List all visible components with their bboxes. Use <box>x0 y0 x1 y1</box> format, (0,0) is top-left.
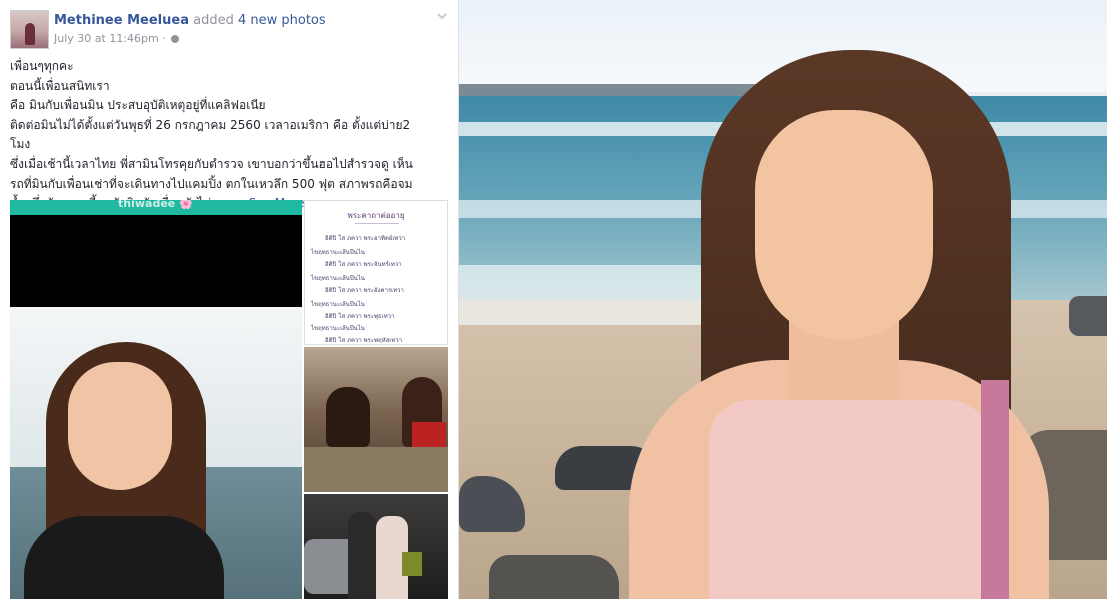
photo-restaurant[interactable] <box>304 347 448 492</box>
meta-separator: · <box>162 32 166 45</box>
photo-person <box>326 387 370 447</box>
doc-line: อิติปิ โส ภควา พระพุธเทวา <box>325 313 395 320</box>
app-top-bar: thiwadee 🌸 <box>10 200 302 215</box>
photo-person <box>348 512 376 599</box>
facebook-post: Methinee Meeluea added 4 new photos July… <box>0 0 459 599</box>
doc-line: อิติปิ โส ภควา พระพฤหัสเทวา <box>325 337 402 344</box>
doc-line: ไขฤทธานะเส้นปีนไน <box>311 275 365 282</box>
post-header: Methinee Meeluea added 4 new photos July… <box>10 10 448 50</box>
post-text: เพื่อนๆทุกคะ ตอนนี้เพื่อนสนิทเรา คือ มิน… <box>10 57 450 214</box>
post-text-line: ตอนนี้เพื่อนสนิทเรา <box>10 78 110 93</box>
new-photos-link[interactable]: 4 new photos <box>238 13 326 28</box>
app-username: thiwadee 🌸 <box>118 200 193 210</box>
chevron-down-icon[interactable] <box>436 10 448 22</box>
photo-car-parking[interactable] <box>304 494 448 599</box>
doc-line: ไขฤทธานะเส้นปีนไน <box>311 249 365 256</box>
post-title-line: Methinee Meeluea added 4 new photos <box>54 13 326 28</box>
doc-divider <box>355 223 399 224</box>
avatar[interactable] <box>10 10 49 49</box>
black-band <box>10 215 302 307</box>
globe-icon[interactable] <box>171 35 180 43</box>
post-text-line: คือ มินกับเพื่อนมิน ประสบอุบัติเหตุอยู่ท… <box>10 98 266 113</box>
doc-line: อิติปิ โส ภควา พระอาทิตย์เทวา <box>325 235 406 242</box>
photo-pink-top <box>709 400 989 599</box>
doc-line: ไขฤทธานะเส้นปีนไน <box>311 301 365 308</box>
doc-line: อิติปิ โส ภควา พระอังคารเทวา <box>325 287 404 294</box>
photo-selfie-beach[interactable]: thiwadee 🌸 <box>10 200 302 599</box>
doc-line: ไขฤทธานะเส้นปีนไน <box>311 325 365 332</box>
photo-prayer-document[interactable]: พระคาถาต่ออายุ อิติปิ โส ภควา พระอาทิตย์… <box>304 200 448 345</box>
photo-shirt <box>24 516 224 599</box>
photo-bag-strap <box>981 380 1009 599</box>
post-text-line: รถที่มินกับเพื่อนเช่าที่จะเดินทางไปแคมปิ… <box>10 176 413 191</box>
post-meta: July 30 at 11:46pm · <box>54 32 180 45</box>
photo-rock <box>489 555 619 599</box>
post-action: added <box>193 13 234 28</box>
author-name[interactable]: Methinee Meeluea <box>54 13 189 28</box>
photo-face <box>755 110 933 340</box>
beach-portrait-photo <box>459 0 1107 599</box>
photo-face <box>68 362 172 490</box>
post-text-line: ซึ่งเมื่อเช้านี้เวลาไทย พี่สามินโทรคุยกั… <box>10 156 413 171</box>
post-text-line: เพื่อนๆทุกคะ <box>10 59 74 73</box>
doc-title: พระคาถาต่ออายุ <box>347 211 405 220</box>
post-text-line: ติดต่อมินไม่ได้ตั้งแต่วันพุธที่ 26 กรกฎา… <box>10 117 411 132</box>
photo-rock <box>1069 296 1107 336</box>
doc-line: อิติปิ โส ภควา พระจันทร์เทวา <box>325 261 402 268</box>
photo-bag <box>402 552 422 576</box>
photo-table <box>304 447 448 492</box>
post-text-line: โมง <box>10 137 31 152</box>
post-timestamp[interactable]: July 30 at 11:46pm <box>54 32 159 45</box>
